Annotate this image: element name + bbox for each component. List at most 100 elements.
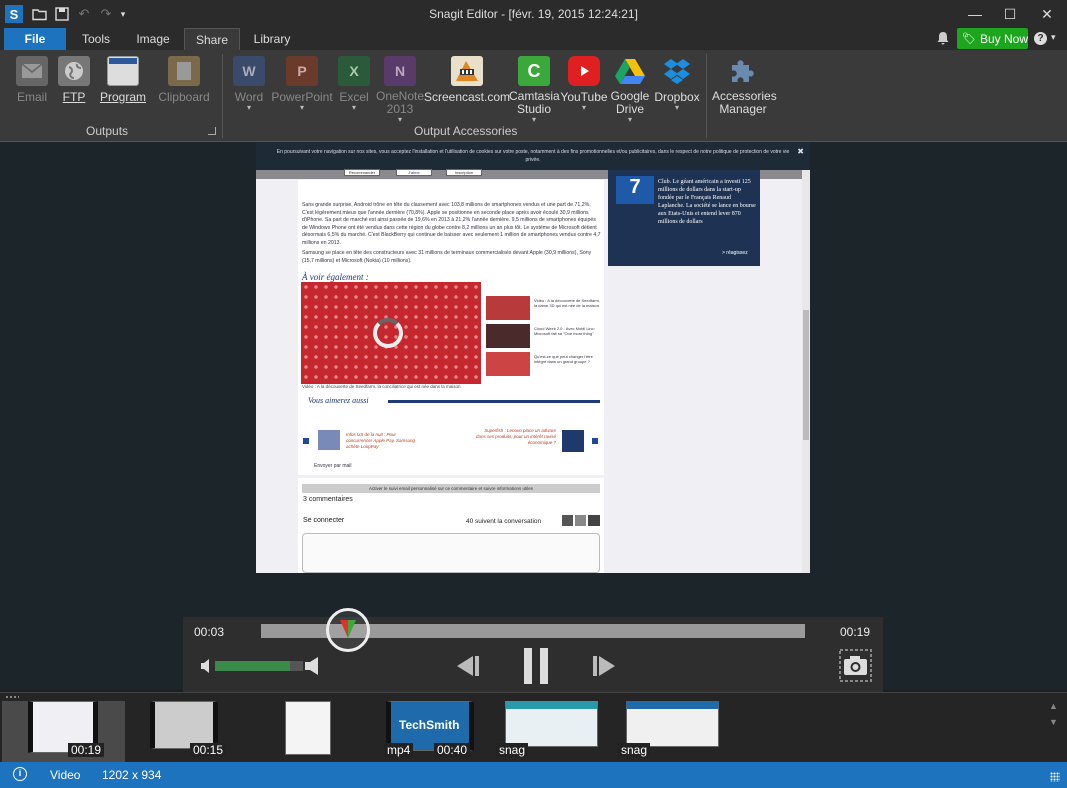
- clipboard-icon: [168, 56, 200, 86]
- playhead-handle[interactable]: [326, 608, 371, 652]
- pause-button[interactable]: [523, 648, 549, 684]
- excel-button[interactable]: X Excel ▾: [337, 56, 371, 112]
- tray-duration: 00:40: [434, 743, 471, 757]
- send-mail-link[interactable]: Envoyer par mail: [314, 463, 352, 469]
- loading-spinner-icon: [373, 318, 403, 348]
- rec-thumb[interactable]: [318, 430, 340, 450]
- video-thumb[interactable]: [486, 324, 530, 348]
- tray-thumbnail[interactable]: [150, 701, 218, 749]
- screencast-button[interactable]: Screencast.com: [424, 56, 510, 104]
- featured-video[interactable]: [301, 282, 481, 384]
- video-title: Cloud Week 2.0 - Avec Mobil Linc: Micros…: [534, 326, 595, 336]
- volume-icon[interactable]: [201, 659, 211, 673]
- output-accessories-group-label: Output Accessories: [414, 124, 518, 138]
- tray-thumbnail[interactable]: [626, 701, 719, 747]
- resize-grip-icon[interactable]: [1050, 772, 1060, 782]
- dropbox-icon: [661, 56, 693, 86]
- maximize-button[interactable]: ☐: [993, 0, 1027, 28]
- comment-textarea[interactable]: [302, 533, 600, 573]
- title-bar: S ↶ ↷ ▾ Snagit Editor - [févr. 19, 2015 …: [0, 0, 1067, 28]
- dropdown-caret-icon: ▾: [397, 115, 402, 124]
- email-button[interactable]: Email: [14, 56, 50, 104]
- next-arrow-icon[interactable]: [592, 438, 598, 444]
- page-scrollbar[interactable]: [802, 170, 810, 573]
- tab-library[interactable]: Library: [244, 28, 300, 50]
- youtube-icon: [568, 56, 600, 86]
- like-button[interactable]: J'aime: [396, 169, 432, 176]
- screencast-icon: [451, 56, 483, 86]
- techsmith-logo: TechSmith: [399, 718, 460, 732]
- dropdown-caret-icon: ▾: [299, 103, 304, 112]
- camera-icon[interactable]: [839, 649, 872, 682]
- clipboard-button[interactable]: Clipboard: [156, 56, 212, 104]
- youtube-button[interactable]: YouTube ▾: [560, 56, 608, 112]
- tab-image[interactable]: Image: [126, 28, 180, 50]
- powerpoint-button[interactable]: P PowerPoint ▾: [271, 56, 333, 112]
- help-menu-icon[interactable]: ▾: [1051, 32, 1056, 43]
- outputs-group-label: Outputs: [86, 124, 129, 138]
- google-drive-button[interactable]: Google Drive ▾: [609, 56, 651, 124]
- video-title: Qu'est-ce que peut changer l'être intégr…: [534, 354, 593, 364]
- tag-icon: 🏷: [962, 33, 976, 45]
- video-thumb[interactable]: [486, 296, 530, 320]
- react-link[interactable]: > réagissez: [722, 250, 748, 256]
- tray-thumbnail[interactable]: [285, 701, 331, 755]
- camtasia-button[interactable]: C Camtasia Studio ▾: [509, 56, 560, 124]
- previous-frame-button[interactable]: [451, 655, 481, 677]
- globe-icon: [58, 56, 90, 86]
- rec-title: Superfish : Lenovo place un adware dans …: [475, 428, 556, 445]
- prev-arrow-icon[interactable]: [303, 438, 309, 444]
- followers-count: 40 suivent la conversation: [466, 518, 542, 525]
- program-button[interactable]: Program: [100, 56, 146, 104]
- dropbox-button[interactable]: Dropbox ▾: [654, 56, 700, 112]
- excel-icon: X: [338, 56, 370, 86]
- next-frame-button[interactable]: [591, 655, 621, 677]
- tray-scroll-up-icon[interactable]: ▲: [1049, 701, 1058, 711]
- current-time: 00:03: [194, 625, 225, 639]
- tray-type: snag: [618, 743, 651, 757]
- subscribe-button[interactable]: Inscription: [446, 169, 482, 176]
- video-list: Vidéo : A la découverte de Seedfarm, la …: [486, 290, 604, 380]
- volume-level: [215, 661, 290, 671]
- tray-duration: 00:15: [190, 743, 227, 757]
- camtasia-icon: C: [518, 56, 550, 86]
- recommend-button[interactable]: Recommander: [344, 169, 380, 176]
- notification-bell-icon[interactable]: [936, 31, 950, 45]
- tray-grip[interactable]: [5, 695, 19, 699]
- comments-count: 3 commentaires: [303, 496, 353, 503]
- close-banner-icon[interactable]: ✖: [797, 148, 804, 156]
- onenote-button[interactable]: N OneNote 2013 ▾: [375, 56, 425, 124]
- tab-share[interactable]: Share: [184, 28, 240, 50]
- ftp-button[interactable]: FTP: [58, 56, 90, 104]
- minimize-button[interactable]: —: [958, 0, 992, 28]
- dropdown-caret-icon: ▾: [627, 115, 632, 124]
- capture-dimensions: 1202 x 934: [102, 768, 162, 782]
- follower-avatars: [562, 515, 600, 526]
- volume-slider[interactable]: [215, 661, 303, 671]
- status-bar: i Video 1202 x 934: [0, 762, 1067, 788]
- dropdown-caret-icon: ▾: [674, 103, 679, 112]
- onenote-icon: N: [384, 56, 416, 86]
- tab-tools[interactable]: Tools: [70, 28, 122, 50]
- info-icon[interactable]: i: [13, 767, 27, 781]
- dropdown-caret-icon: ▾: [581, 103, 586, 112]
- close-button[interactable]: ✕: [1030, 0, 1064, 28]
- accessories-manager-button[interactable]: Accessories Manager: [712, 56, 777, 116]
- dropdown-caret-icon: ▾: [246, 103, 251, 112]
- rec-thumb[interactable]: [562, 430, 584, 452]
- word-icon: W: [233, 56, 265, 86]
- tray-thumbnail[interactable]: [505, 701, 598, 747]
- help-button[interactable]: ?: [1034, 32, 1047, 45]
- google-drive-icon: [614, 56, 646, 86]
- video-player-controls: 00:03 00:19: [183, 608, 883, 692]
- rank-badge: 7: [616, 176, 654, 204]
- tray-type: snag: [496, 743, 529, 757]
- video-thumb[interactable]: [486, 352, 530, 376]
- word-button[interactable]: W Word ▾: [231, 56, 267, 112]
- tray-scroll-down-icon[interactable]: ▼: [1049, 717, 1058, 727]
- login-link[interactable]: Se connecter: [303, 517, 344, 524]
- tab-file[interactable]: File: [4, 28, 66, 50]
- outputs-settings-icon[interactable]: [208, 127, 216, 135]
- share-ribbon: Email FTP Program Clipboard W Word ▾ P P…: [0, 50, 1067, 142]
- buy-now-button[interactable]: 🏷 Buy Now: [957, 28, 1028, 49]
